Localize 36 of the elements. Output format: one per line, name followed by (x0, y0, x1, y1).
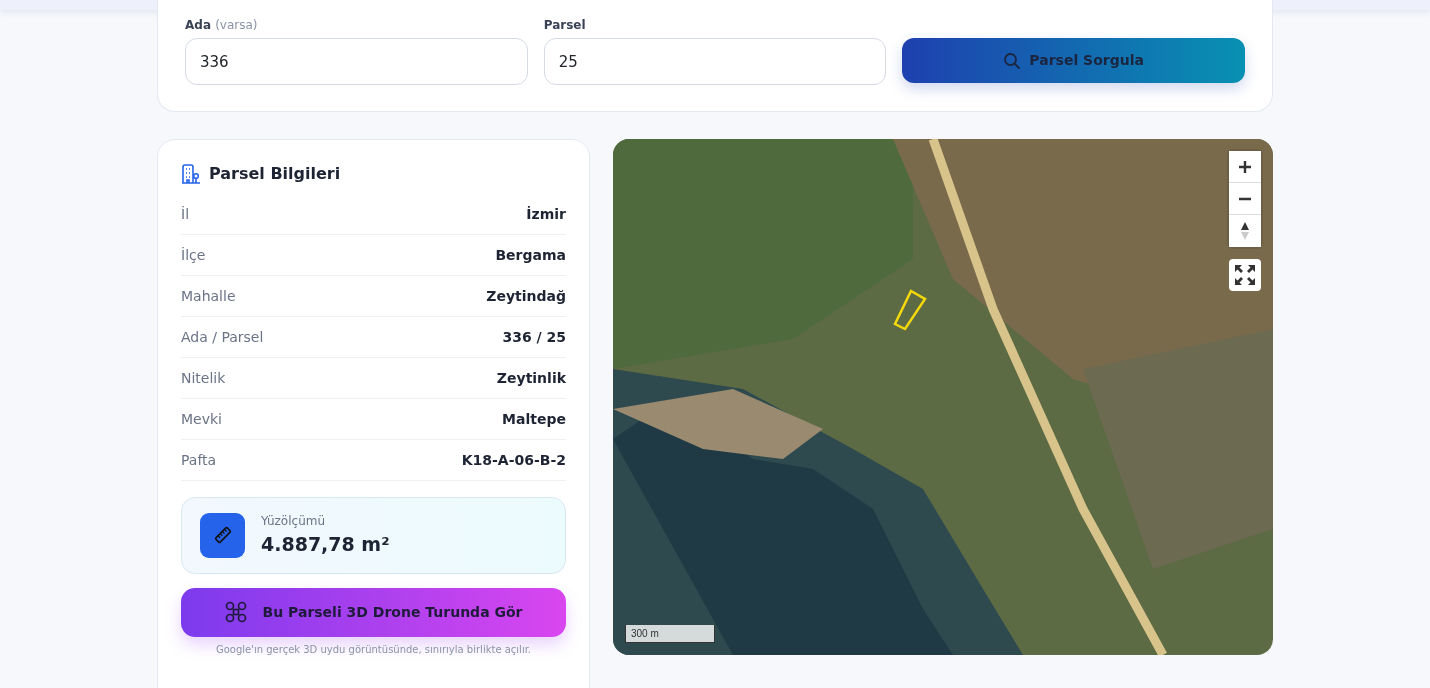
field-value: İzmir (526, 204, 566, 224)
field-label: Ada (varsa) (185, 17, 259, 33)
area-value: 4.887,78 m² (261, 532, 390, 557)
field-value: Zeytinlik (496, 368, 566, 388)
field-label: Ada / Parsel (181, 327, 264, 347)
field-label: İlçe (181, 245, 206, 265)
input-field[interactable]: 336 (185, 38, 528, 85)
map-scale: 300 m (625, 625, 715, 643)
field-value: K18-A-06-B-2 (461, 450, 566, 470)
field-label: Nitelik (181, 368, 226, 388)
card-title: Parsel Bilgileri (209, 163, 341, 185)
ruler-icon (213, 526, 232, 545)
plus-icon (1238, 159, 1252, 174)
zoom-in-button[interactable] (1229, 151, 1261, 183)
field-label: İl (181, 204, 190, 224)
helper-text: Google'ın gerçek 3D uydu görüntüsünde, sınırıyla birlikte açılır. (214, 642, 533, 656)
parcel-outline (893, 289, 929, 331)
input-field[interactable]: 25 (543, 38, 887, 85)
search-icon (1003, 51, 1022, 70)
expand-icon (1234, 264, 1256, 286)
field-value: Maltepe (502, 409, 566, 429)
drone-icon (224, 601, 247, 623)
field-label: Parsel (543, 17, 587, 33)
fullscreen-button[interactable] (1229, 259, 1261, 291)
field-value: Bergama (495, 245, 566, 265)
satellite-map[interactable]: 300 m (613, 139, 1273, 655)
field-value: Zeytindağ (486, 286, 566, 306)
field-label: Mevki (181, 409, 222, 429)
minus-icon (1238, 196, 1252, 201)
building-icon (181, 164, 201, 184)
drone-tour-button[interactable]: Bu Parseli 3D Drone Turunda Gör (181, 587, 566, 637)
field-value: 336 / 25 (502, 327, 566, 347)
area-label: Yüzölçümü (261, 513, 327, 530)
field-label: Pafta (181, 450, 217, 470)
field-label: Mahalle (181, 286, 236, 306)
compass-icon (1240, 221, 1250, 241)
